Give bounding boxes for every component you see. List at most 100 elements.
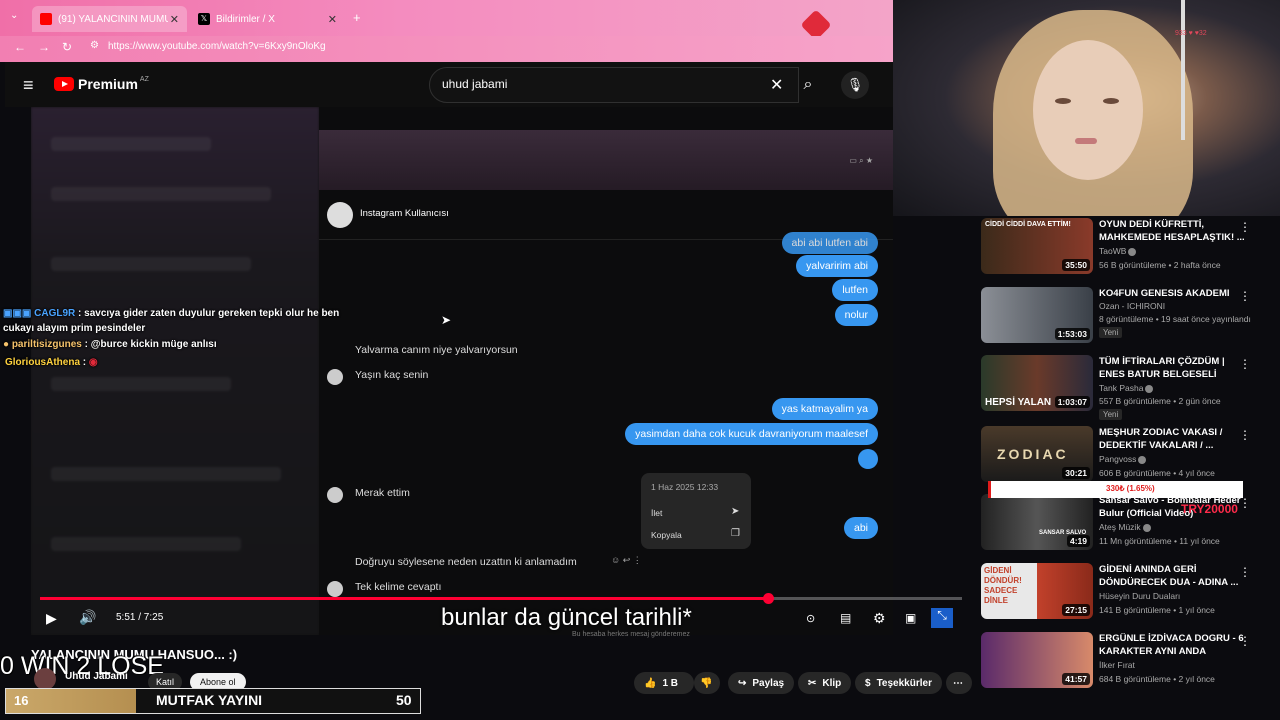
miniplayer-icon[interactable]: ▣ — [905, 611, 916, 625]
recommendation-title[interactable]: TÜM İFTİRALARI ÇÖZDÜM | ENES BATUR BELGE… — [1099, 355, 1249, 381]
search-icon[interactable]: ⌕ — [795, 67, 821, 103]
recommendation-channel[interactable]: Pangvoss — [1099, 454, 1147, 464]
video-thumbnail[interactable]: 1:53:03 — [981, 287, 1093, 343]
browser-tab-bar: ⌄ (91) YALANCININ MUMU HAN ✕ 𝕏 Bildiriml… — [0, 0, 893, 41]
volume-icon[interactable]: 🔊 — [79, 609, 96, 626]
youtube-play-icon — [54, 77, 74, 91]
search-box[interactable]: uhud jabami ✕ — [429, 67, 799, 103]
x-icon: 𝕏 — [198, 13, 210, 25]
more-options-icon[interactable]: ⋮ — [1239, 634, 1251, 648]
more-actions-button[interactable]: ⋯ — [946, 672, 972, 694]
share-button[interactable]: ↪ Paylaş — [728, 672, 795, 694]
microphone-icon[interactable]: 🎙 — [841, 71, 869, 99]
donation-progress-bar: 330₺ (1.65%) — [988, 481, 1243, 498]
video-thumbnail[interactable]: HEPSİ YALAN 1:03:07 — [981, 355, 1093, 411]
time-display: 5:51 / 7:25 — [116, 612, 164, 623]
more-options-icon[interactable]: ⋮ — [1239, 289, 1251, 303]
video-duration: 27:15 — [1062, 604, 1090, 616]
recommendation-title[interactable]: GİDENİ ANINDA GERİ DÖNDÜRECEK DUA - ADIN… — [1099, 563, 1249, 589]
send-icon[interactable]: ➤ — [731, 506, 739, 517]
recommendation-channel[interactable]: TaoWB — [1099, 246, 1137, 256]
recommendation-item[interactable]: 41:57 ERGÜNLE İZDİVACA DOGRU - 6 KARAKTE… — [981, 632, 1271, 692]
play-icon[interactable]: ▶ — [46, 610, 57, 627]
close-icon[interactable]: ✕ — [170, 13, 179, 26]
subtitle-text: bunlar da güncel tarihli* — [441, 604, 692, 631]
emoji-sticker — [858, 449, 878, 469]
recommendation-title[interactable]: KO4FUN GENESIS AKADEMI — [1099, 287, 1249, 300]
tab-x[interactable]: 𝕏 Bildirimler / X ✕ — [190, 6, 345, 32]
new-tab-icon[interactable]: + — [353, 10, 361, 25]
channel-label: TaoWB — [1099, 246, 1127, 256]
tab-title: Bildirimler / X — [216, 13, 275, 25]
recommendation-item[interactable]: 1:53:03 KO4FUN GENESIS AKADEMI Ozan - IC… — [981, 287, 1271, 347]
tab-youtube[interactable]: (91) YALANCININ MUMU HAN ✕ — [32, 6, 187, 32]
menu-forward[interactable]: İlet — [651, 508, 662, 518]
recommendation-item[interactable]: CİDDİ CİDDİ DAVA ETTİM! 35:50 OYUN DEDİ … — [981, 218, 1271, 278]
channel-label: Tank Pasha — [1099, 383, 1144, 393]
message-bubble: nolur — [834, 304, 878, 326]
recommendation-channel[interactable]: Tank Pasha — [1099, 383, 1154, 393]
more-options-icon[interactable]: ⋮ — [1239, 357, 1251, 371]
message-actions-icons[interactable]: ☺ ↩ ⋮ — [611, 555, 642, 566]
progress-bar[interactable] — [40, 593, 962, 604]
video-thumbnail[interactable]: SANSAR SALVO 4:19 — [981, 494, 1093, 550]
back-icon[interactable]: ← — [14, 40, 26, 54]
reload-icon[interactable]: ↻ — [62, 40, 72, 54]
clear-search-icon[interactable]: ✕ — [770, 75, 783, 95]
recommendation-item[interactable]: HEPSİ YALAN 1:03:07 TÜM İFTİRALARI ÇÖZDÜ… — [981, 355, 1271, 420]
verified-icon — [1145, 384, 1154, 393]
webcam-feed: 933 ♥ ♥32 — [893, 0, 1280, 216]
recommendation-channel[interactable]: Ozan - ICHIRONI — [1099, 301, 1165, 311]
progress-fill — [40, 597, 769, 600]
recommendation-meta: 606 B görüntüleme • 4 yıl önce — [1099, 468, 1215, 478]
webcam-eye — [1103, 98, 1119, 104]
recommendation-channel[interactable]: İlker Fırat — [1099, 660, 1135, 670]
recommendation-channel[interactable]: Hüseyin Duru Duaları — [1099, 591, 1180, 601]
fullscreen-exit-icon[interactable]: ⤡ — [931, 608, 953, 628]
recommendation-title[interactable]: OYUN DEDİ KÜFRETTİ, MAHKEMEDE HESAPLAŞTI… — [1099, 218, 1249, 244]
video-thumbnail[interactable]: ZODIAC 30:21 — [981, 426, 1093, 482]
like-count: 1 B — [662, 677, 679, 689]
chat-message: ● pariltisizgunes : @burce kickin müge a… — [3, 339, 217, 350]
subtitle-under: Bu hesaba herkes mesaj gönderemez — [572, 631, 690, 638]
close-icon[interactable]: ✕ — [328, 13, 337, 26]
forward-icon[interactable]: → — [38, 40, 50, 54]
recommendation-channel[interactable]: Ateş Müzik — [1099, 522, 1151, 532]
recommendation-meta: 141 B görüntüleme • 1 yıl önce — [1099, 605, 1215, 615]
dislike-button[interactable]: 👎 — [694, 672, 720, 694]
menu-icon[interactable]: ≡ — [23, 75, 34, 96]
search-input[interactable]: uhud jabami — [442, 77, 507, 91]
captions-icon[interactable]: ▤ — [840, 611, 851, 625]
more-options-icon[interactable]: ⋮ — [1239, 428, 1251, 442]
video-thumbnail[interactable]: CİDDİ CİDDİ DAVA ETTİM! 35:50 — [981, 218, 1093, 274]
chat-username: pariltisizgunes — [11, 339, 82, 350]
channel-avatar[interactable] — [34, 668, 56, 690]
video-thumbnail[interactable]: 41:57 — [981, 632, 1093, 688]
thanks-button[interactable]: $ Teşekkürler — [855, 672, 942, 694]
chat-badge-icons: ▣▣▣ — [3, 308, 35, 319]
like-button[interactable]: 👍 1 B — [634, 672, 694, 694]
more-options-icon[interactable]: ⋮ — [1239, 220, 1251, 234]
channel-name[interactable]: Uhud Jabami — [65, 671, 128, 682]
thumbs-down-icon: 👎 — [700, 677, 713, 689]
clip-button[interactable]: ✂ Klip — [798, 672, 852, 694]
recommendation-title[interactable]: ERGÜNLE İZDİVACA DOGRU - 6 KARAKTER AYNI… — [1099, 632, 1249, 658]
settings-icon[interactable]: ⚙ — [873, 610, 886, 627]
recommendation-title[interactable]: MEŞHUR ZODIAC VAKASI / DEDEKTİF VAKALARI… — [1099, 426, 1249, 452]
site-info-icon[interactable]: ⚙ — [90, 40, 99, 51]
more-options-icon[interactable]: ⋮ — [1239, 496, 1251, 510]
recommendation-item[interactable]: ZODIAC 30:21 MEŞHUR ZODIAC VAKASI / DEDE… — [981, 426, 1271, 486]
video-player[interactable]: ▭ ⌕ ★ Instagram Kullanıcısı abi abi lutf… — [31, 107, 893, 635]
copy-icon[interactable]: ❐ — [731, 528, 740, 539]
video-duration: 1:53:03 — [1054, 328, 1090, 340]
menu-copy[interactable]: Kopyala — [651, 530, 682, 540]
video-thumbnail[interactable]: GİDENİ DÖNDÜR! SADECE DİNLE 27:15 — [981, 563, 1093, 619]
url-field[interactable]: https://www.youtube.com/watch?v=6Kxy9nOl… — [108, 41, 326, 52]
recommendation-item[interactable]: GİDENİ DÖNDÜR! SADECE DİNLE 27:15 GİDENİ… — [981, 563, 1271, 623]
new-badge: Yeni — [1099, 409, 1123, 420]
more-options-icon[interactable]: ⋮ — [1239, 565, 1251, 579]
autoplay-toggle[interactable]: ⊙ — [806, 612, 815, 625]
youtube-logo[interactable]: Premium AZ — [54, 76, 149, 92]
recommendation-meta: 557 B görüntüleme • 2 gün önce — [1099, 396, 1221, 406]
tab-list-dropdown[interactable]: ⌄ — [10, 10, 18, 21]
